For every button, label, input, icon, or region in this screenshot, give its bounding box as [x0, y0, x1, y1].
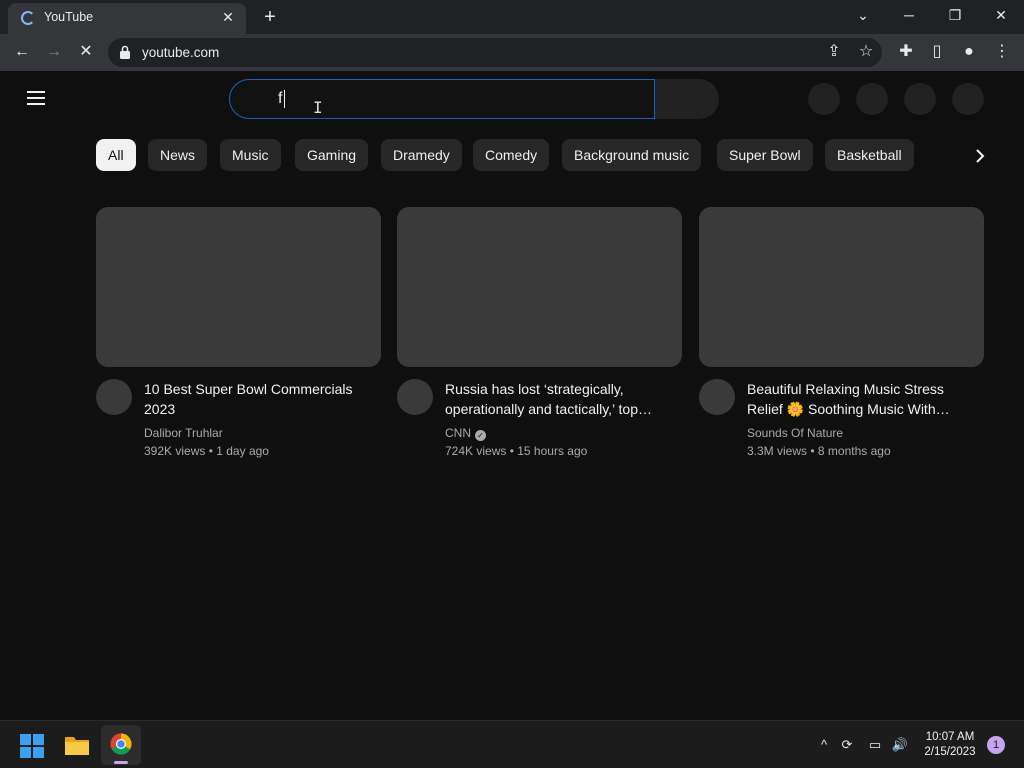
- channel-name[interactable]: Dalibor Truhlar: [144, 426, 223, 440]
- restore-button[interactable]: ❐: [941, 4, 969, 26]
- side-panel-icon[interactable]: ▯: [926, 41, 948, 63]
- tab-title: YouTube: [44, 10, 94, 24]
- youtube-page: f I All News Music Gaming Dramedy Comedy…: [0, 71, 1024, 720]
- share-icon[interactable]: ⇪: [823, 41, 845, 63]
- notification-badge[interactable]: 1: [987, 736, 1005, 754]
- video-title[interactable]: 10 Best Super Bowl Commercials 2023: [144, 379, 376, 419]
- video-meta: 724K views • 15 hours ago: [445, 444, 588, 458]
- extensions-puzzle-icon[interactable]: ✚: [895, 41, 917, 63]
- minimize-button[interactable]: ─: [895, 4, 923, 26]
- chrome-taskbar-button[interactable]: [101, 725, 141, 765]
- stop-loading-icon[interactable]: ✕: [75, 41, 97, 63]
- chip-comedy[interactable]: Comedy: [473, 139, 550, 171]
- video-thumbnail[interactable]: [699, 207, 984, 367]
- forward-arrow-icon[interactable]: →: [43, 41, 65, 63]
- video-card[interactable]: 10 Best Super Bowl Commercials 2023 Dali…: [96, 207, 381, 458]
- chip-music[interactable]: Music: [220, 139, 281, 171]
- taskbar-clock[interactable]: 10:07 AM 2/15/2023: [918, 730, 982, 760]
- search-input-value: f: [278, 90, 283, 107]
- view-count: 724K views: [445, 444, 507, 458]
- video-meta: 392K views • 1 day ago: [144, 444, 269, 458]
- upload-age: 8 months ago: [817, 444, 891, 458]
- channel-avatar[interactable]: [96, 379, 132, 415]
- windows-taskbar: ^ ⟳ ▭ 🔊 10:07 AM 2/15/2023 1: [0, 720, 1024, 768]
- channel-name-text[interactable]: Sounds Of Nature: [747, 426, 843, 440]
- windows-start-icon[interactable]: [20, 734, 44, 758]
- guide-menu-icon[interactable]: [27, 91, 45, 105]
- back-arrow-icon[interactable]: ←: [11, 41, 33, 63]
- chip-news[interactable]: News: [148, 139, 208, 171]
- view-count: 392K views: [144, 444, 206, 458]
- text-caret: [284, 90, 285, 108]
- placeholder-button-2[interactable]: [856, 83, 888, 115]
- tab-youtube[interactable]: YouTube ✕: [8, 3, 246, 34]
- search-button[interactable]: [655, 79, 719, 119]
- search-input[interactable]: f: [229, 79, 655, 119]
- tab-search-icon[interactable]: ⌄: [849, 4, 877, 26]
- video-card[interactable]: Beautiful Relaxing Music Stress Relief 🌼…: [699, 207, 984, 458]
- placeholder-button-1[interactable]: [808, 83, 840, 115]
- running-indicator: [114, 761, 128, 764]
- url-text: youtube.com: [142, 45, 220, 60]
- volume-icon[interactable]: 🔊: [891, 736, 909, 754]
- network-icon[interactable]: ▭: [866, 736, 884, 754]
- address-bar[interactable]: youtube.com ⇪ ☆: [108, 38, 882, 67]
- sync-icon[interactable]: ⟳: [838, 736, 856, 754]
- file-explorer-icon[interactable]: [64, 733, 90, 757]
- video-thumbnail[interactable]: [397, 207, 682, 367]
- clock-time: 10:07 AM: [925, 731, 975, 743]
- chip-all[interactable]: All: [96, 139, 136, 171]
- video-title[interactable]: Russia has lost ‘strategically, operatio…: [445, 379, 677, 419]
- channel-name[interactable]: Sounds Of Nature: [747, 426, 843, 440]
- chrome-icon: [110, 733, 132, 755]
- chip-background-music[interactable]: Background music: [562, 139, 702, 171]
- channel-name[interactable]: CNN ✓: [445, 426, 486, 441]
- video-title[interactable]: Beautiful Relaxing Music Stress Relief 🌼…: [747, 379, 979, 419]
- chip-gaming[interactable]: Gaming: [295, 139, 369, 171]
- browser-toolbar: ← → ✕ youtube.com ⇪ ☆ ✚ ▯ ● ⋮: [0, 34, 1024, 71]
- video-card[interactable]: Russia has lost ‘strategically, operatio…: [397, 207, 682, 458]
- loading-spinner-icon: [21, 11, 35, 25]
- channel-name-text[interactable]: Dalibor Truhlar: [144, 426, 223, 440]
- profile-icon[interactable]: ●: [958, 41, 980, 63]
- window-close-button[interactable]: ✕: [987, 4, 1015, 26]
- ibeam-cursor-icon: I: [313, 98, 323, 117]
- upload-age: 1 day ago: [216, 444, 269, 458]
- new-tab-button[interactable]: +: [258, 6, 282, 28]
- video-meta: 3.3M views • 8 months ago: [747, 444, 891, 458]
- clock-date: 2/15/2023: [924, 746, 976, 758]
- show-hidden-icons-chevron-icon[interactable]: ^: [815, 736, 833, 754]
- chip-dramedy[interactable]: Dramedy: [381, 139, 462, 171]
- view-count: 3.3M views: [747, 444, 808, 458]
- channel-name-text[interactable]: CNN: [445, 426, 471, 440]
- video-thumbnail[interactable]: [96, 207, 381, 367]
- chip-super-bowl[interactable]: Super Bowl: [717, 139, 813, 171]
- bookmark-star-icon[interactable]: ☆: [855, 41, 877, 63]
- chip-basketball[interactable]: Basketball: [825, 139, 914, 171]
- avatar[interactable]: [952, 83, 984, 115]
- browser-titlebar: YouTube ✕ + ⌄ ─ ❐ ✕: [0, 0, 1024, 34]
- chevron-right-icon[interactable]: [968, 144, 992, 168]
- tab-close-icon[interactable]: ✕: [219, 8, 237, 26]
- upload-age: 15 hours ago: [517, 444, 588, 458]
- placeholder-button-3[interactable]: [904, 83, 936, 115]
- lock-icon: [120, 45, 130, 59]
- verified-check-icon: ✓: [475, 430, 486, 441]
- channel-avatar[interactable]: [699, 379, 735, 415]
- browser-menu-icon[interactable]: ⋮: [991, 41, 1013, 63]
- channel-avatar[interactable]: [397, 379, 433, 415]
